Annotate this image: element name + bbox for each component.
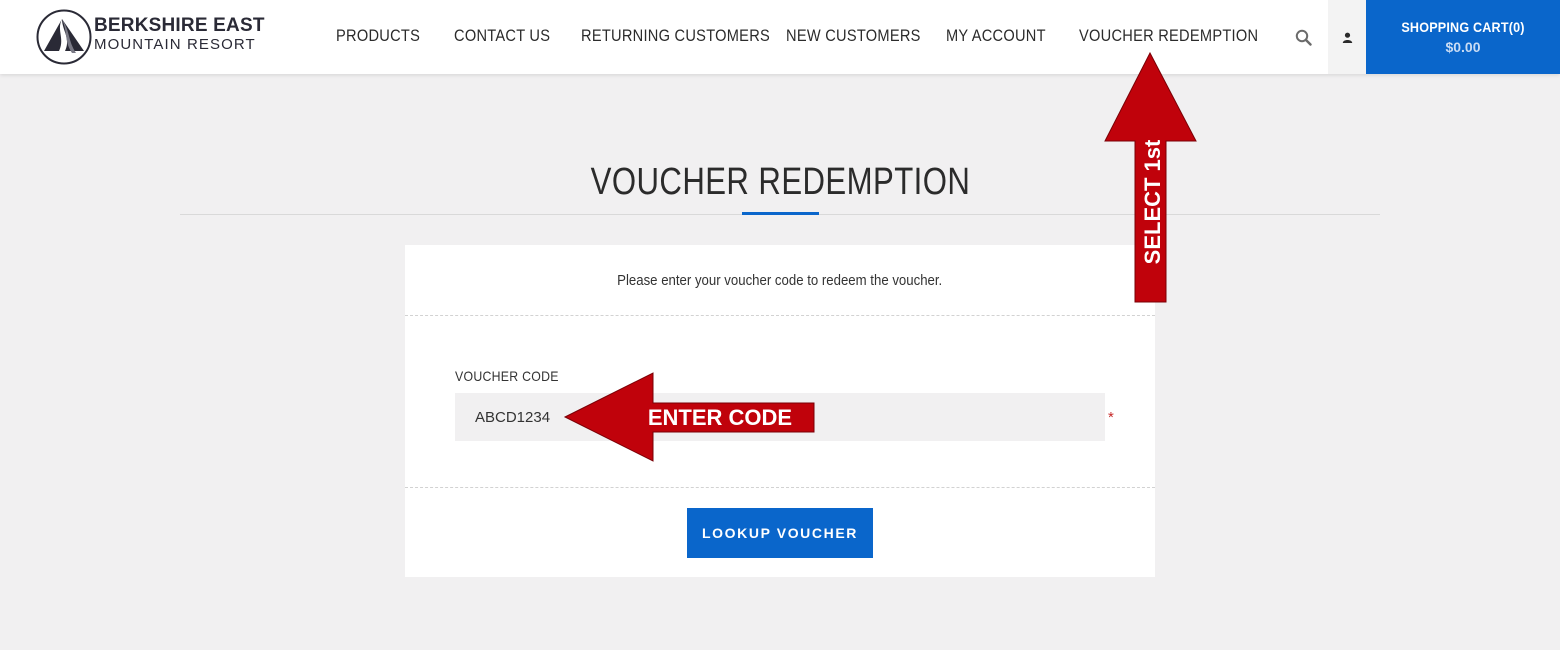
search-button[interactable] xyxy=(1278,0,1328,74)
account-button[interactable] xyxy=(1328,0,1366,74)
site-header: BERKSHIRE EAST MOUNTAIN RESORT PRODUCTS … xyxy=(0,0,1560,74)
nav-new-customers[interactable]: NEW CUSTOMERS xyxy=(786,26,921,46)
brand-logo[interactable]: BERKSHIRE EAST MOUNTAIN RESORT xyxy=(36,9,276,65)
title-accent-bar xyxy=(742,212,819,215)
lookup-voucher-button[interactable]: LOOKUP VOUCHER xyxy=(687,508,873,558)
brand-tagline: MOUNTAIN RESORT xyxy=(94,36,256,53)
card-divider-bottom xyxy=(405,487,1155,488)
nav-my-account[interactable]: MY ACCOUNT xyxy=(946,26,1046,46)
card-divider-top xyxy=(405,315,1155,316)
search-icon xyxy=(1295,29,1312,46)
voucher-instructions-text: Please enter your voucher code to redeem… xyxy=(617,271,943,289)
voucher-code-label-text: VOUCHER CODE xyxy=(455,368,559,384)
voucher-code-label: VOUCHER CODE xyxy=(455,368,573,384)
mountain-logo-icon xyxy=(36,9,92,65)
user-icon xyxy=(1342,32,1352,43)
nav-voucher-redemption[interactable]: VOUCHER REDEMPTION xyxy=(1079,26,1258,46)
page-title-text: VOUCHER REDEMPTION xyxy=(590,161,970,203)
voucher-card: Please enter your voucher code to redeem… xyxy=(405,245,1155,577)
required-marker: * xyxy=(1108,409,1114,426)
cart-title: SHOPPING CART(0) xyxy=(1401,19,1525,35)
nav-returning-customers[interactable]: RETURNING CUSTOMERS xyxy=(581,26,770,46)
voucher-code-input[interactable] xyxy=(455,393,1105,441)
page-title: VOUCHER REDEMPTION xyxy=(0,161,1560,204)
nav-products[interactable]: PRODUCTS xyxy=(336,26,420,46)
cart-total: $0.00 xyxy=(1445,39,1481,55)
brand-name: BERKSHIRE EAST xyxy=(94,15,265,36)
voucher-instructions: Please enter your voucher code to redeem… xyxy=(405,245,1155,315)
shopping-cart-button[interactable]: SHOPPING CART(0) $0.00 xyxy=(1366,0,1560,74)
nav-contact-us[interactable]: CONTACT US xyxy=(454,26,550,46)
